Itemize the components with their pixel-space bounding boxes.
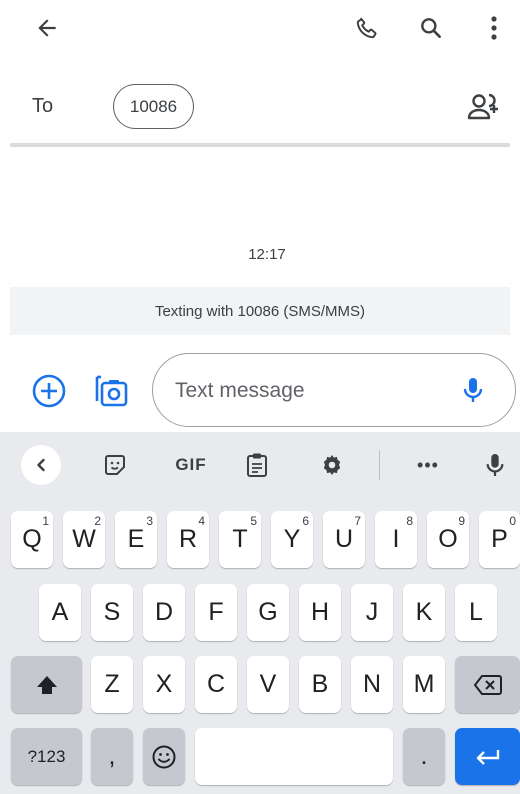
divider — [10, 143, 510, 147]
gif-button[interactable]: GIF — [166, 447, 216, 483]
app-bar — [0, 0, 520, 56]
key-c[interactable]: C — [195, 656, 237, 713]
space-key[interactable] — [195, 728, 393, 785]
key-z[interactable]: Z — [91, 656, 133, 713]
gallery-camera-icon[interactable] — [91, 371, 131, 411]
key-t[interactable]: T5 — [219, 511, 261, 568]
more-horiz-icon[interactable]: ••• — [408, 447, 448, 483]
key-p[interactable]: P0 — [479, 511, 520, 568]
keyboard: GIF ••• Q1 W2 E3 R4 T5 Y6 U7 I8 O9 P0 A … — [0, 432, 520, 794]
key-i[interactable]: I8 — [375, 511, 417, 568]
recipient-row: To 10086 — [0, 72, 520, 142]
comma-key[interactable]: , — [91, 728, 133, 785]
key-r[interactable]: R4 — [167, 511, 209, 568]
key-b[interactable]: B — [299, 656, 341, 713]
keyboard-mic-icon[interactable] — [477, 447, 513, 483]
phone-icon[interactable] — [347, 8, 387, 48]
symbols-key[interactable]: ?123 — [11, 728, 82, 785]
chevron-left-icon[interactable] — [21, 445, 61, 485]
shift-icon — [36, 675, 57, 694]
key-s[interactable]: S — [91, 584, 133, 641]
arrow-left-icon[interactable] — [27, 8, 67, 48]
key-g[interactable]: G — [247, 584, 289, 641]
key-u[interactable]: U7 — [323, 511, 365, 568]
keyboard-toolbar: GIF ••• — [0, 432, 520, 498]
backspace-key[interactable] — [455, 656, 520, 713]
key-d[interactable]: D — [143, 584, 185, 641]
recipient-chip[interactable]: 10086 — [113, 84, 194, 129]
key-l[interactable]: L — [455, 584, 497, 641]
period-key[interactable]: . — [403, 728, 445, 785]
clipboard-icon[interactable] — [239, 447, 275, 483]
to-label: To — [32, 95, 54, 117]
key-j[interactable]: J — [351, 584, 393, 641]
enter-key[interactable] — [455, 728, 520, 785]
add-contact-icon[interactable] — [463, 89, 503, 125]
backspace-icon — [473, 674, 502, 695]
enter-icon — [476, 749, 499, 765]
add-attachment-icon[interactable] — [29, 371, 69, 411]
key-x[interactable]: X — [143, 656, 185, 713]
search-icon[interactable] — [411, 8, 451, 48]
toolbar-divider — [379, 450, 380, 480]
shift-key[interactable] — [11, 656, 82, 713]
key-e[interactable]: E3 — [115, 511, 157, 568]
gear-icon[interactable] — [314, 447, 350, 483]
compose-bar — [0, 350, 520, 432]
message-timestamp: 12:17 — [248, 246, 286, 263]
voice-input-icon[interactable] — [455, 372, 491, 408]
key-a[interactable]: A — [39, 584, 81, 641]
message-field — [152, 353, 516, 427]
key-k[interactable]: K — [403, 584, 445, 641]
key-f[interactable]: F — [195, 584, 237, 641]
key-v[interactable]: V — [247, 656, 289, 713]
key-y[interactable]: Y6 — [271, 511, 313, 568]
key-q[interactable]: Q1 — [11, 511, 53, 568]
key-w[interactable]: W2 — [63, 511, 105, 568]
key-m[interactable]: M — [403, 656, 445, 713]
key-h[interactable]: H — [299, 584, 341, 641]
texting-banner: Texting with 10086 (SMS/MMS) — [10, 287, 510, 335]
key-o[interactable]: O9 — [427, 511, 469, 568]
message-input[interactable] — [175, 374, 435, 408]
sticker-icon[interactable] — [97, 447, 133, 483]
emoji-icon — [152, 745, 176, 768]
key-n[interactable]: N — [351, 656, 393, 713]
emoji-key[interactable] — [143, 728, 185, 785]
more-vert-icon[interactable] — [476, 8, 512, 48]
